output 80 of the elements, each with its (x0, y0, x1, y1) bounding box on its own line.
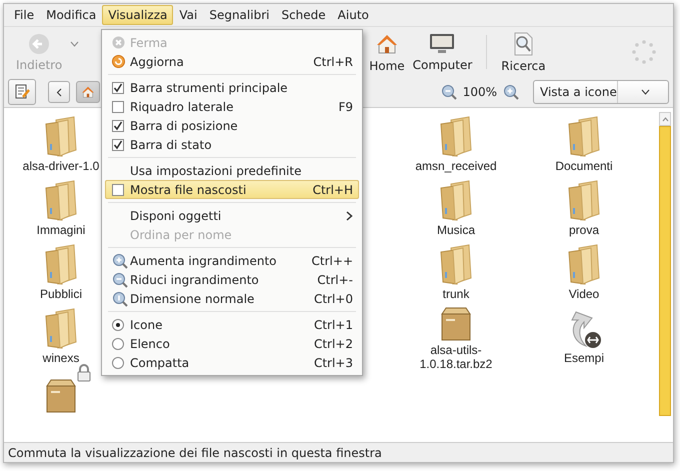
package-icon (44, 378, 78, 414)
file-name[interactable]: alsa-driver-1.0 (22, 159, 100, 173)
folder-icon (567, 244, 601, 286)
menu-bar-item[interactable]: Visualizza (102, 5, 174, 25)
zoom-in-icon[interactable] (503, 84, 519, 100)
menu-item[interactable]: Usa impostazioni predefinite (105, 161, 359, 180)
menu-item[interactable]: Elenco Ctrl+2 (105, 334, 359, 353)
file-name[interactable]: amsn_received (415, 159, 497, 173)
chevron-right-icon (346, 210, 353, 220)
menu-item[interactable]: Barra strumenti principale (105, 78, 359, 97)
file-name[interactable]: Documenti (555, 159, 613, 173)
menu-item[interactable]: Barra di stato (105, 135, 359, 154)
chevron-left-icon (56, 88, 62, 96)
edit-location-button[interactable] (8, 79, 36, 105)
folder-icon (567, 116, 601, 158)
menu-item[interactable]: Riduci ingrandimento Ctrl+- (105, 270, 359, 289)
menu-bar-item[interactable]: File (8, 5, 40, 25)
file-name[interactable]: Esempi (564, 351, 604, 365)
file-name[interactable]: Immagini (36, 223, 86, 237)
monitor-icon[interactable] (429, 32, 456, 54)
file-name[interactable]: trunk (442, 287, 470, 301)
scroll-up-icon[interactable] (662, 116, 668, 122)
caret-icon[interactable] (70, 41, 80, 47)
file-name[interactable]: alsa-utils-1.0.18.tar.bz2 (397, 343, 515, 371)
checkbox[interactable] (112, 138, 124, 150)
checkbox[interactable] (112, 120, 124, 132)
zoom-reset-icon (112, 290, 128, 306)
folder-icon (44, 116, 78, 158)
radio-button[interactable] (112, 338, 124, 350)
notepad-pencil-icon (14, 84, 30, 100)
folder-icon (439, 180, 473, 222)
path-button[interactable] (76, 81, 100, 103)
folder-icon (439, 116, 473, 158)
menu-item[interactable]: Compatta Ctrl+3 (105, 353, 359, 372)
reload-icon (112, 55, 125, 68)
file-name[interactable]: Video (568, 287, 600, 301)
view-mode-dropdown[interactable]: Vista a icone (533, 80, 669, 104)
checkbox[interactable] (112, 184, 124, 196)
zoom-out-icon[interactable] (440, 84, 457, 100)
zoom-level: 100% (462, 85, 497, 99)
search-icon[interactable] (512, 32, 534, 56)
menu-item[interactable]: Aggiorna Ctrl+R (105, 52, 359, 71)
computer-button[interactable]: Computer (408, 32, 476, 72)
path-left-button[interactable] (48, 81, 70, 103)
menu-item[interactable]: Icone Ctrl+1 (105, 315, 359, 334)
file-name[interactable]: winexs (42, 351, 80, 365)
folder-icon (439, 244, 473, 286)
scrollbar[interactable] (659, 112, 671, 416)
radio-button[interactable] (112, 318, 124, 330)
zoom-in-icon (112, 252, 128, 268)
search-button[interactable]: Ricerca (497, 32, 550, 72)
menu-bar-item[interactable]: Segnalibri (203, 5, 276, 25)
file-name[interactable]: Pubblici (40, 287, 82, 301)
folder-icon (44, 244, 78, 286)
file-name[interactable]: prova (568, 223, 600, 237)
menu-item[interactable]: Barra di posizione (105, 116, 359, 135)
menu-item[interactable]: Riquadro laterale F9 (105, 97, 359, 116)
package-icon (439, 306, 473, 342)
menu-bar-item[interactable]: Vai (173, 5, 204, 25)
folder-icon (44, 308, 78, 350)
folder-icon (44, 180, 78, 222)
folder-icon (567, 180, 601, 222)
zoom-out-icon (112, 272, 128, 288)
loading-spinner-icon (631, 39, 657, 65)
chevron-down-icon (641, 89, 650, 95)
menu-item[interactable]: Mostra file nascosti Ctrl+H (105, 180, 359, 199)
home-button[interactable]: Home (365, 32, 409, 72)
menu-item[interactable]: Dimensione normale Ctrl+0 (105, 289, 359, 308)
menu-bar-item[interactable]: Schede (275, 5, 332, 25)
menu-item[interactable]: Aumenta ingrandimento Ctrl++ (105, 251, 359, 270)
radio-button[interactable] (112, 356, 124, 368)
checkbox[interactable] (112, 82, 124, 94)
menu-bar-item[interactable]: Aiuto (332, 5, 375, 25)
stop-icon (112, 36, 125, 49)
menu-bar-item[interactable]: Modifica (40, 5, 102, 25)
file-name[interactable]: Musica (436, 223, 475, 237)
checkbox[interactable] (112, 100, 124, 112)
menu-item[interactable]: Disponi oggetti (105, 206, 359, 225)
house-icon (81, 85, 95, 99)
status-text: Commuta la visualizzazione dei file nascosti in questa finestra (8, 446, 382, 460)
